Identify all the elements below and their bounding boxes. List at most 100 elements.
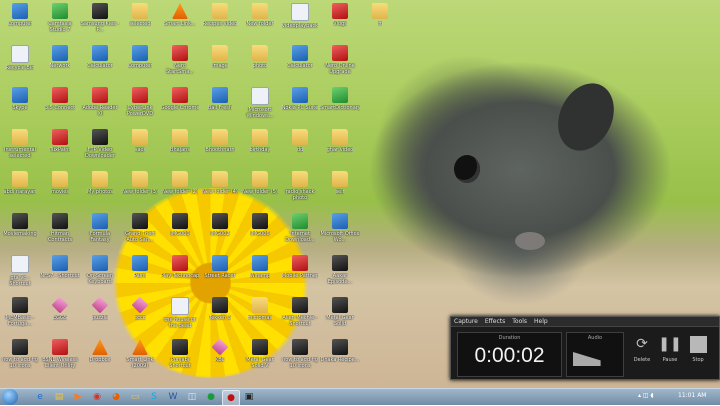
desktop-icon[interactable]: Microsoft Office Wo...	[320, 213, 360, 257]
start-button[interactable]	[2, 389, 18, 405]
desktop-icon[interactable]: radio shack photo	[280, 171, 320, 215]
desktop-icon[interactable]: Punjabi Shortcut	[160, 339, 200, 383]
desktop-icon[interactable]: BSNL Wireless Client Utility	[40, 339, 80, 383]
desktop-icon[interactable]: dd	[280, 129, 320, 173]
desktop-icon[interactable]: EGGS	[40, 296, 80, 341]
media-player-icon[interactable]: ▶	[70, 390, 86, 404]
network-icon[interactable]: ◫	[184, 390, 200, 404]
desktop-icon[interactable]: Ball Fresh	[200, 87, 240, 131]
skype-icon[interactable]: S	[146, 390, 162, 404]
desktop-icon[interactable]: New folder (4)	[200, 171, 240, 215]
desktop-icon[interactable]: Calculator	[80, 45, 120, 89]
delete-button[interactable]: ⟳ Delete	[629, 333, 655, 371]
desktop-icon[interactable]: Bhoothnath	[200, 129, 240, 173]
desktop-icon[interactable]: birthday	[240, 129, 280, 173]
desktop-icon[interactable]: Smart Link...	[160, 3, 200, 47]
desktop-icon[interactable]: Skype	[0, 87, 40, 131]
clock[interactable]: 11:01 AM	[678, 392, 706, 399]
desktop-icon[interactable]: Microsoft Windows...	[240, 87, 280, 131]
desktop-icon[interactable]: photo	[240, 45, 280, 89]
desktop-icon[interactable]: Dropbox	[80, 339, 120, 383]
desktop-icon[interactable]: On-Screen Keyboard	[80, 255, 120, 299]
desktop-icon[interactable]: Moviemaking	[0, 213, 40, 257]
desktop-icon[interactable]: FTP Video Downloader	[80, 129, 120, 173]
menu-tools[interactable]: Tools	[512, 317, 527, 326]
menu-help[interactable]: Help	[534, 317, 548, 326]
desktop-icon[interactable]: how to add fig 10 icons	[0, 339, 40, 383]
ie-icon[interactable]: e	[32, 390, 48, 404]
desktop-icon[interactable]: Play Technocap	[160, 255, 200, 299]
desktop-icon[interactable]: Metal Gear Solid	[320, 297, 360, 341]
firefox-icon[interactable]: ◕	[108, 390, 124, 404]
audio-level-slider[interactable]	[573, 352, 601, 366]
desktop-icon[interactable]: Internet Download...	[280, 213, 320, 257]
desktop-icon[interactable]: abdi narayan	[0, 171, 40, 215]
desktop-icon[interactable]: Recycle Bin	[0, 45, 40, 89]
folder-icon[interactable]: ▭	[127, 390, 143, 404]
desktop-icon[interactable]: KBC	[200, 338, 240, 383]
desktop-icon[interactable]: Computer	[0, 3, 40, 47]
desktop-icon[interactable]: ghar video	[320, 129, 360, 173]
desktop-icon[interactable]: Samsung Kies - P...	[80, 3, 120, 47]
desktop-icon[interactable]: sadi	[120, 129, 160, 173]
desktop-icon[interactable]: 3.5 Connect	[40, 87, 80, 131]
chrome-icon[interactable]: ◉	[89, 390, 105, 404]
desktop-icon[interactable]: puzzle	[80, 296, 120, 341]
desktop-icon[interactable]: Street Racer	[200, 255, 240, 299]
desktop-icon[interactable]: Google Chrome	[160, 87, 200, 131]
desktop-icon[interactable]: gta vc - Shortcut	[0, 255, 40, 299]
desktop-icon[interactable]: image	[200, 45, 240, 89]
desktop-icon[interactable]: Instrumental selected	[0, 129, 40, 173]
desktop-icon[interactable]: ff	[360, 3, 400, 47]
desktop-icon[interactable]: Hitman Contracts	[40, 213, 80, 257]
desktop-icon[interactable]: Camtasia Studio 7	[40, 3, 80, 47]
desktop-icon[interactable]: Nero Online Upgrade	[320, 45, 360, 89]
desktop-icon[interactable]: Alien Mechie - Shortcut	[280, 297, 320, 341]
menu-capture[interactable]: Capture	[454, 317, 478, 326]
pause-button[interactable]: ❚❚ Pause	[657, 333, 683, 371]
desktop-icon[interactable]: the house of the dead	[160, 297, 200, 341]
monitor-icon[interactable]: ▣	[241, 390, 257, 404]
explorer-icon[interactable]: ▤	[51, 390, 67, 404]
desktop-icon[interactable]: Computer	[120, 45, 160, 89]
desktop-icon[interactable]: MEMBasic - Fortuga...	[0, 297, 40, 341]
desktop-icon[interactable]: Aakar Episode...	[320, 255, 360, 299]
desktop-icon[interactable]: micromax	[240, 297, 280, 341]
desktop-icon[interactable]: Adobe Reader XI	[80, 87, 120, 131]
desktop-icon[interactable]: SmartDictionary	[320, 87, 360, 131]
word-icon[interactable]: W	[165, 390, 181, 404]
recorder-window[interactable]: Capture Effects Tools Help Duration 0:00…	[450, 316, 720, 380]
desktop-icon[interactable]: selected	[120, 3, 160, 47]
desktop-icon[interactable]: self	[320, 171, 360, 215]
desktop-icon[interactable]: Formula Fantasy	[80, 213, 120, 257]
desktop-icon[interactable]: New folder (2)	[160, 171, 200, 215]
desktop-icon[interactable]: New folder (5)	[240, 171, 280, 215]
desktop-icon[interactable]: Bhajans	[160, 129, 200, 173]
desktop-icon[interactable]: IMG000	[160, 213, 200, 257]
desktop-icon[interactable]: videoplayback	[280, 3, 320, 47]
system-tray-icons[interactable]: ▴ ◫ ◖	[638, 392, 654, 399]
desktop-icon[interactable]: TuxPaint	[40, 129, 80, 173]
desktop-icon[interactable]: Mobile Partner	[280, 255, 320, 299]
desktop-icon[interactable]: Nero StartSma...	[160, 45, 200, 89]
menu-effects[interactable]: Effects	[485, 317, 505, 326]
desktop-icon[interactable]: New folder (3)	[120, 171, 160, 215]
desktop-icon[interactable]: CyberLink PowerDVD	[120, 87, 160, 131]
camtasia-icon[interactable]: ●	[203, 390, 219, 404]
stop-button[interactable]: Stop	[685, 333, 711, 371]
desktop-icon[interactable]: Calculator	[280, 45, 320, 89]
desktop-icon[interactable]: Grand Theft Auto San...	[120, 213, 160, 257]
desktop-icon[interactable]: cccc	[120, 296, 160, 341]
desktop-icon[interactable]: My photos	[80, 171, 120, 215]
desktop-icon[interactable]: Metal Gear Solid V	[240, 339, 280, 383]
desktop-icon[interactable]: NFS7 - Shortcut	[40, 255, 80, 299]
desktop-icon[interactable]: Recipes video	[200, 3, 240, 47]
desktop-icon[interactable]: Vlogs	[320, 3, 360, 47]
desktop-icon[interactable]: Tekken 3	[200, 297, 240, 341]
desktop-icon[interactable]: Network	[40, 45, 80, 89]
desktop-icon[interactable]: how to add fig 10 icons	[280, 339, 320, 383]
desktop-icon[interactable]: Paint	[120, 255, 160, 299]
desktop-icon[interactable]: Smart Link (2009)	[120, 339, 160, 383]
desktop-icon[interactable]: Dhaka Recipe...	[320, 339, 360, 383]
desktop-icon[interactable]: IMG006	[240, 213, 280, 257]
